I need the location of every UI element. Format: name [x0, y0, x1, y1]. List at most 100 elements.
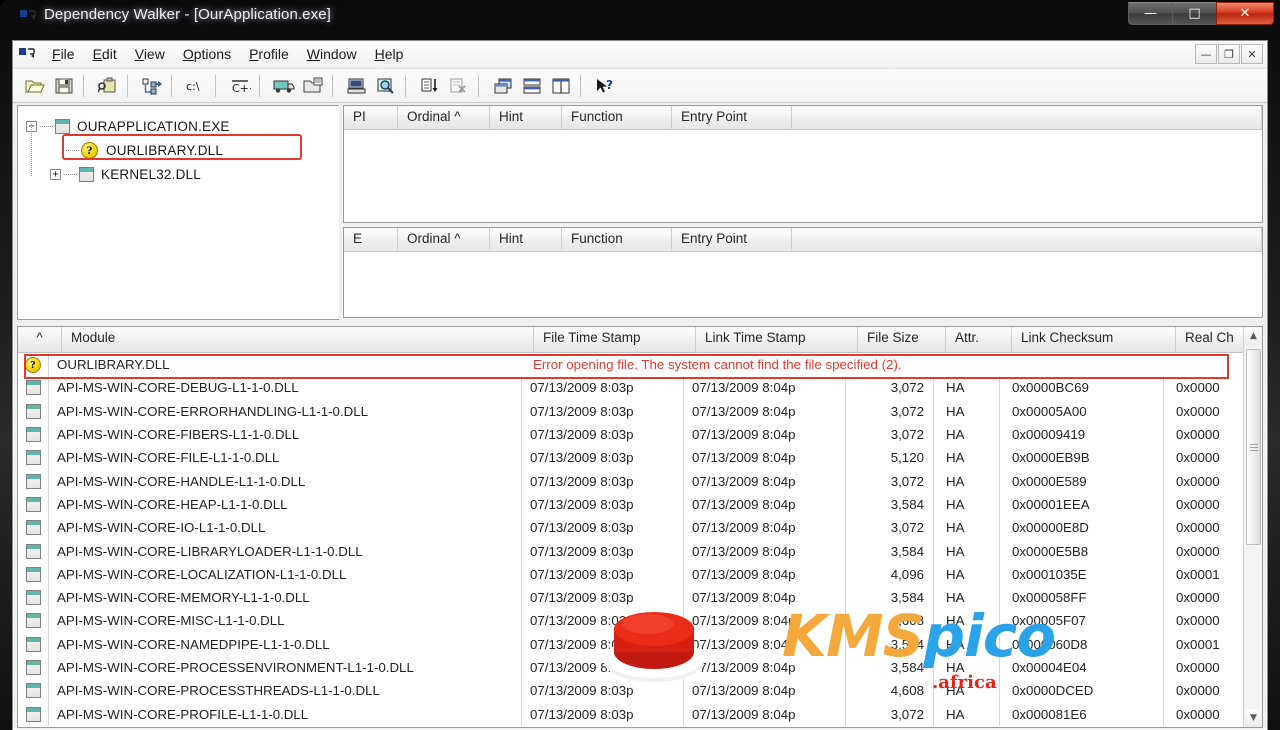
maximize-button[interactable]: □ [1172, 2, 1217, 25]
column-function[interactable]: Function [562, 106, 672, 129]
menu-item-file[interactable]: File [43, 43, 84, 66]
tree-expander-expand-icon[interactable]: + [50, 168, 61, 180]
vertical-layout-button[interactable] [547, 73, 575, 99]
table-row[interactable]: ? OURLIBRARY.DLL Error opening file. The… [18, 353, 1262, 377]
table-row[interactable]: API-MS-WIN-CORE-PROCESSTHREADS-L1-1-0.DL… [18, 679, 1262, 703]
column-link-time-stamp[interactable]: Link Time Stamp [696, 327, 858, 352]
scroll-down-button[interactable]: ▼ [1244, 709, 1262, 727]
menu-item-window[interactable]: Window [298, 43, 366, 66]
module-tree-pane[interactable]: − OURAPPLICATION.EXE ? OURLIBRARY.DLL + [17, 105, 339, 320]
column-entry-point[interactable]: Entry Point [672, 106, 792, 129]
clear-log-icon [450, 78, 466, 93]
column-ordinal[interactable]: Ordinal ^ [398, 228, 490, 251]
table-row[interactable]: API-MS-WIN-CORE-MEMORY-L1-1-0.DLL 07/13/2… [18, 585, 1262, 610]
tree-node-ourapplication[interactable]: − OURAPPLICATION.EXE [26, 114, 339, 138]
cell-module: API-MS-WIN-CORE-IO-L1-1-0.DLL [57, 520, 266, 536]
table-row[interactable]: API-MS-WIN-CORE-PROFILE-L1-1-0.DLL 07/13/… [18, 702, 1262, 726]
table-row[interactable]: API-MS-WIN-CORE-FILE-L1-1-0.DLL 07/13/200… [18, 446, 1262, 470]
minimize-icon: — [1144, 6, 1157, 21]
cell-link-time-stamp: 07/13/2009 8:04p [692, 427, 796, 443]
cell-attr: HA [946, 496, 965, 512]
clear-log-button[interactable] [445, 73, 473, 99]
column-link-checksum[interactable]: Link Checksum [1012, 327, 1176, 352]
column-hint[interactable]: Hint [490, 228, 562, 251]
column-e[interactable]: E [344, 228, 398, 251]
cell-module: API-MS-WIN-CORE-PROCESSENVIRONMENT-L1-1-… [57, 660, 414, 675]
cell-file-time-stamp: 07/13/2009 8:03p [530, 706, 634, 722]
table-row[interactable]: API-MS-WIN-CORE-LOCALIZATION-L1-1-0.DLL 0… [18, 562, 1262, 586]
module-list-scrollbar[interactable]: ▲ ▼ [1243, 327, 1262, 727]
column-pi[interactable]: PI [344, 106, 398, 129]
module-session-button[interactable] [94, 73, 122, 99]
external-viewer-button[interactable] [372, 73, 400, 99]
row-status-cell: ? [18, 356, 48, 373]
menu-item-view[interactable]: View [126, 43, 174, 66]
cell-file-size: 3,072 [890, 380, 924, 396]
menu-item-profile[interactable]: Profile [240, 43, 298, 66]
menu-item-options[interactable]: Options [174, 43, 240, 66]
expand-all-button[interactable] [138, 73, 166, 99]
exports-header: E Ordinal ^ Hint Function Entry Point [344, 228, 1262, 252]
column-function[interactable]: Function [562, 228, 672, 251]
mdi-restore-button[interactable]: ❐ [1218, 44, 1240, 64]
dependency-walker-icon [19, 47, 35, 58]
tree-connector [40, 125, 53, 127]
cell-file-time-stamp: 07/13/2009 8:03p [530, 496, 634, 512]
table-row[interactable]: API-MS-WIN-CORE-LIBRARYLOADER-L1-1-0.DLL… [18, 539, 1262, 563]
mdi-close-button[interactable]: ✕ [1241, 44, 1263, 64]
window-title: Dependency Walker - [OurApplication.exe] [44, 6, 331, 23]
undecorate-cpp-button[interactable]: C++ [226, 73, 254, 99]
menu-item-help[interactable]: Help [366, 43, 413, 66]
table-row[interactable]: API-MS-WIN-CORE-MISC-L1-1-0.DLL 07/13/200… [18, 609, 1262, 633]
column-ordinal[interactable]: Ordinal ^ [398, 106, 490, 129]
exports-listview[interactable]: E Ordinal ^ Hint Function Entry Point [343, 227, 1263, 318]
toolbar: c:\ C++ [13, 69, 1267, 103]
scrollbar-thumb[interactable] [1246, 349, 1261, 545]
system-info-button[interactable] [343, 73, 371, 99]
context-help-button[interactable]: ? [591, 73, 619, 99]
table-row[interactable]: API-MS-WIN-CORE-NAMEDPIPE-L1-1-0.DLL 07/1… [18, 632, 1262, 656]
window-caption-buttons: — □ ✕ [1128, 2, 1274, 26]
table-row[interactable]: API-MS-WIN-CORE-HEAP-L1-1-0.DLL 07/13/200… [18, 492, 1262, 517]
scroll-up-button[interactable]: ▲ [1244, 327, 1262, 345]
column-file-size[interactable]: File Size [858, 327, 946, 352]
open-file-button[interactable] [21, 73, 49, 99]
table-row[interactable]: API-MS-WIN-CORE-DEBUG-L1-1-0.DLL 07/13/20… [18, 376, 1262, 400]
save-button[interactable] [50, 73, 78, 99]
parent-imports-listview[interactable]: PI Ordinal ^ Hint Function Entry Point [343, 105, 1263, 223]
module-rows: API-MS-WIN-CORE-DEBUG-L1-1-0.DLL 07/13/20… [18, 376, 1262, 726]
column-hint[interactable]: Hint [490, 106, 562, 129]
cell-file-time-stamp: 07/13/2009 8:03p [530, 520, 634, 536]
column-file-time-stamp[interactable]: File Time Stamp [534, 327, 696, 352]
cell-link-checksum: 0x0000E5B8 [1012, 543, 1089, 559]
column-attr[interactable]: Attr. [946, 327, 1012, 352]
table-row[interactable]: API-MS-WIN-CORE-PROCESSENVIRONMENT-L1-1-… [18, 655, 1262, 680]
auto-expand-button[interactable] [489, 73, 517, 99]
close-button[interactable]: ✕ [1216, 2, 1274, 25]
module-list-view[interactable]: ^ Module File Time Stamp Link Time Stamp… [17, 326, 1263, 728]
table-row[interactable]: API-MS-WIN-CORE-HANDLE-L1-1-0.DLL 07/13/2… [18, 469, 1262, 493]
cell-link-checksum: 0x0001035E [1012, 566, 1087, 582]
row-status-cell [18, 450, 48, 466]
mdi-minimize-button[interactable]: — [1195, 44, 1217, 64]
dependency-walker-icon [20, 10, 36, 20]
tree-node-kernel32[interactable]: + KERNEL32.DLL [26, 162, 339, 186]
tree-node-ourlibrary[interactable]: ? OURLIBRARY.DLL [26, 138, 339, 162]
module-icon [25, 590, 41, 606]
open-file-icon [25, 80, 45, 92]
menu-item-edit[interactable]: Edit [84, 43, 126, 66]
column-module[interactable]: Module [62, 327, 534, 352]
sort-ordinal-button[interactable] [416, 73, 444, 99]
table-row[interactable]: API-MS-WIN-CORE-IO-L1-1-0.DLL 07/13/2009 … [18, 516, 1262, 540]
full-paths-button[interactable]: c:\ [182, 73, 210, 99]
table-row[interactable]: API-MS-WIN-CORE-ERRORHANDLING-L1-1-0.DLL… [18, 399, 1262, 423]
start-profiling-button[interactable] [270, 73, 298, 99]
horizontal-layout-button[interactable] [518, 73, 546, 99]
module-icon [25, 613, 41, 629]
table-row[interactable]: API-MS-WIN-CORE-FIBERS-L1-1-0.DLL 07/13/2… [18, 422, 1262, 447]
column-entry-point[interactable]: Entry Point [672, 228, 792, 251]
minimize-button[interactable]: — [1128, 2, 1173, 25]
configure-search-button[interactable] [299, 73, 327, 99]
column-sort[interactable]: ^ [18, 327, 62, 352]
cell-link-checksum: 0x0000E589 [1012, 473, 1087, 489]
